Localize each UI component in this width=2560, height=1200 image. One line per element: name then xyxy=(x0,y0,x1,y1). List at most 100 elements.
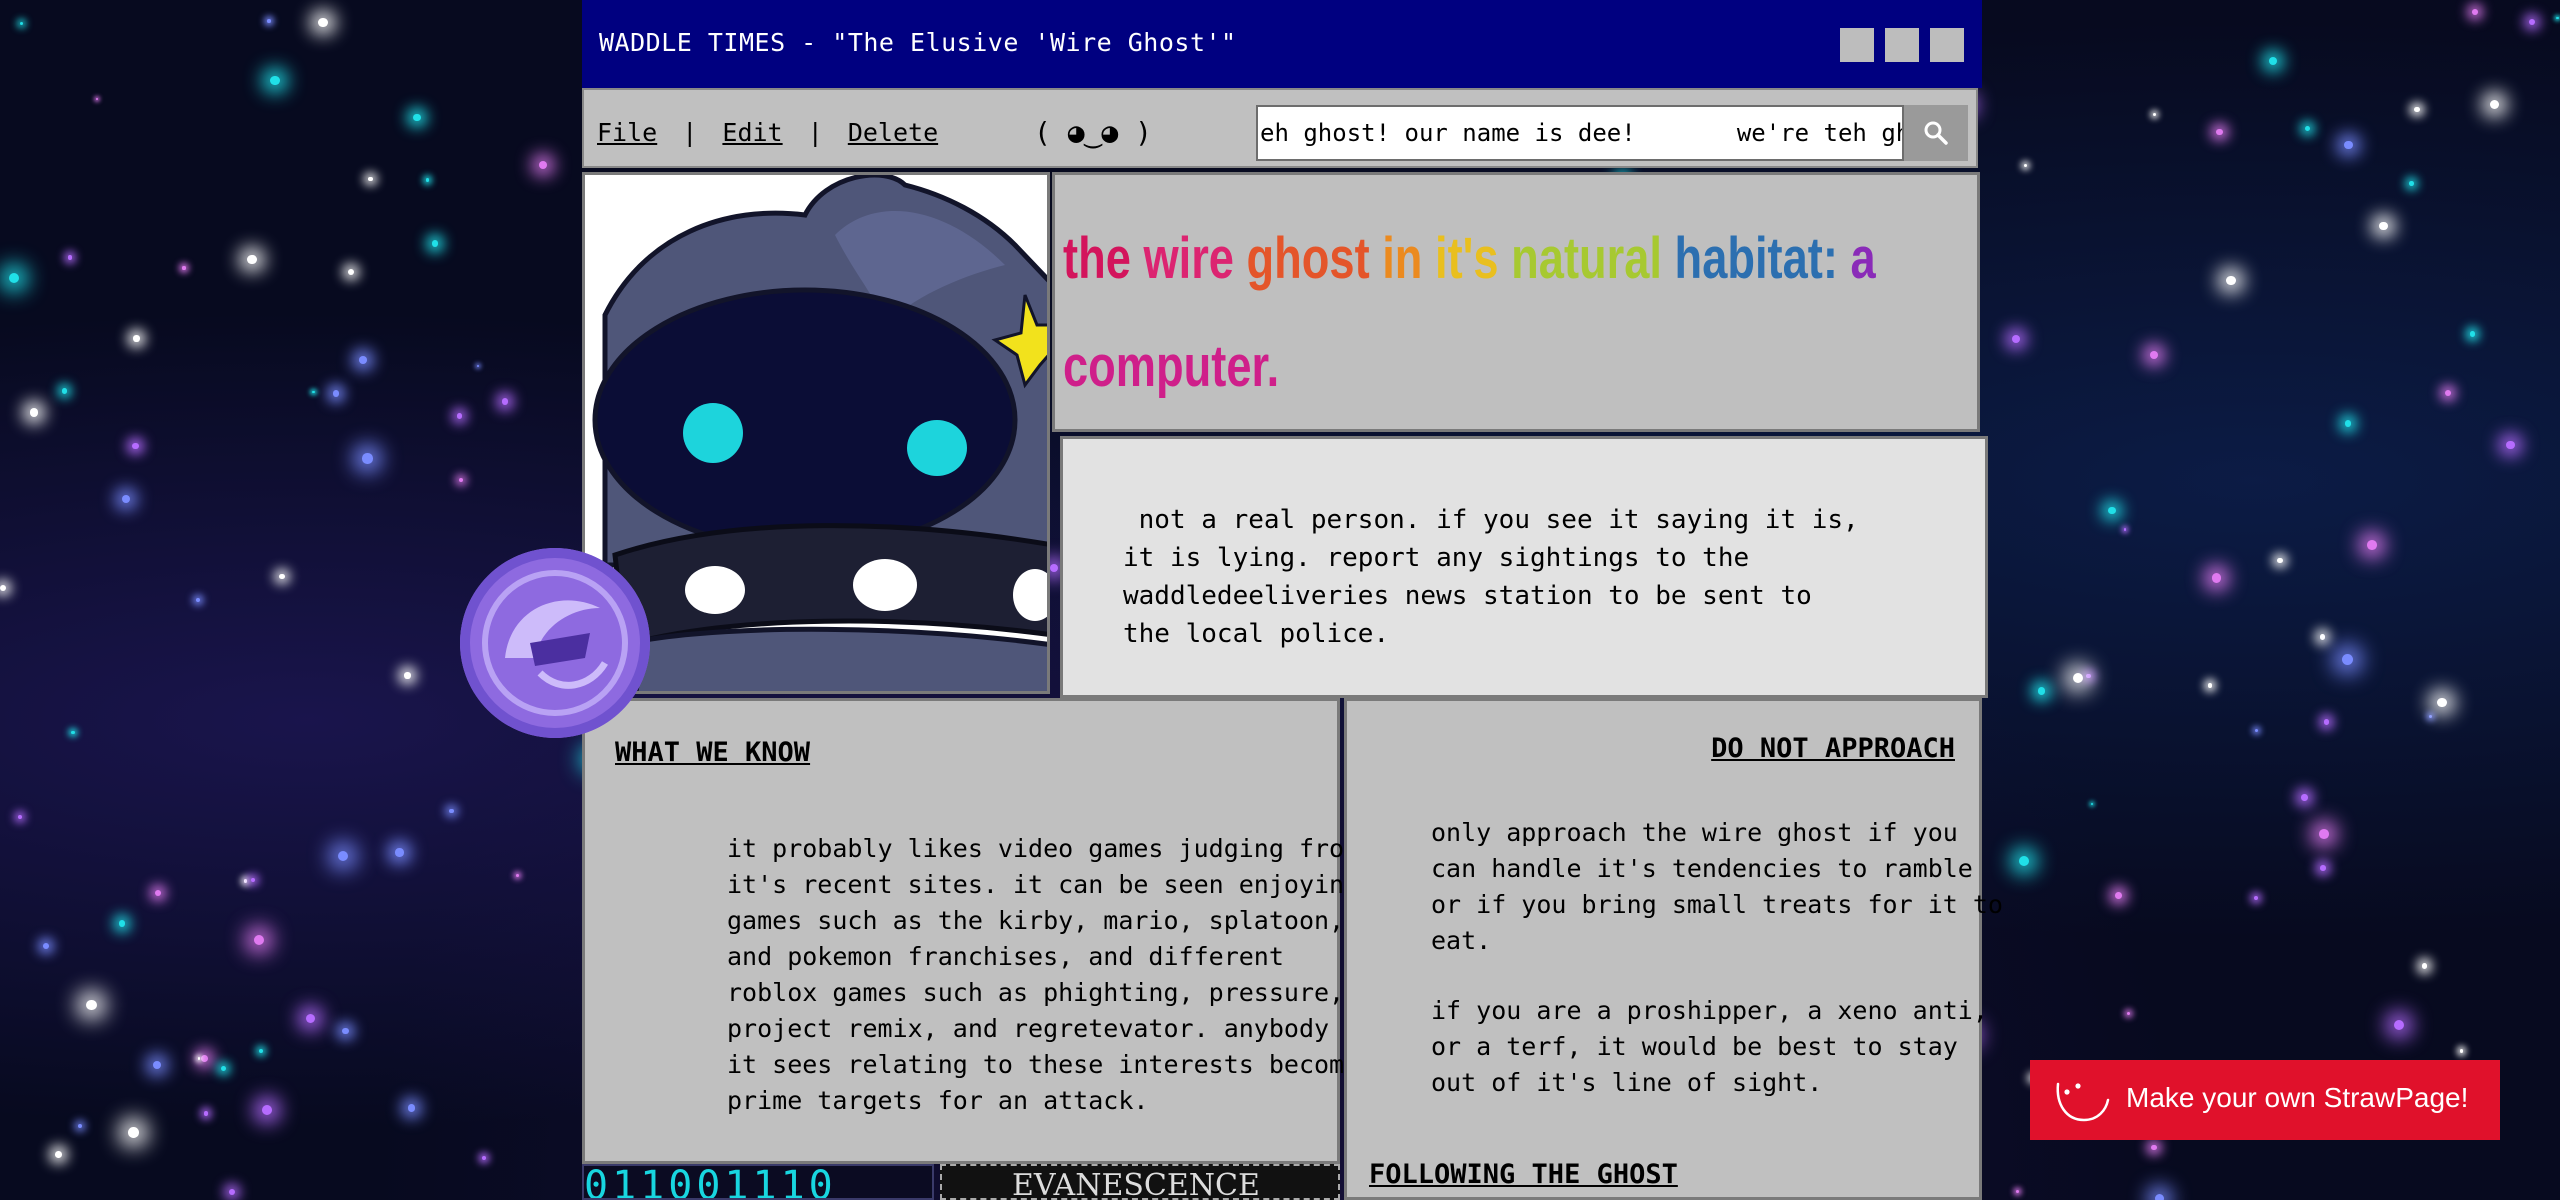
headline-word: in xyxy=(1382,226,1436,291)
menu-file[interactable]: File xyxy=(597,118,657,147)
star xyxy=(449,808,454,814)
wire-ghost-illustration xyxy=(585,175,1047,691)
star xyxy=(407,1104,416,1112)
star xyxy=(61,388,67,394)
star xyxy=(431,240,439,247)
maximize-button[interactable] xyxy=(1885,28,1919,62)
star xyxy=(18,814,23,819)
star xyxy=(153,1060,162,1069)
star xyxy=(203,1111,208,1116)
star xyxy=(2072,672,2084,684)
star xyxy=(8,272,20,284)
star xyxy=(458,477,464,483)
star xyxy=(2506,440,2515,450)
star xyxy=(501,398,509,405)
close-button[interactable] xyxy=(1930,28,1964,62)
star xyxy=(2211,573,2222,583)
evanescence-label: EVANESCENCE xyxy=(1012,1168,1260,1200)
star xyxy=(95,98,98,101)
star xyxy=(515,873,519,877)
menu: File | Edit | Delete xyxy=(597,118,938,147)
star xyxy=(2090,802,2093,805)
star xyxy=(2019,855,2029,866)
strawpage-logo-icon xyxy=(2056,1082,2110,1122)
minimize-button[interactable] xyxy=(1840,28,1874,62)
star xyxy=(2437,697,2447,708)
star xyxy=(2469,331,2475,337)
star xyxy=(250,877,256,883)
notice-text: not a real person. if you see it saying … xyxy=(1123,505,1859,649)
star xyxy=(2319,829,2330,839)
menu-edit[interactable]: Edit xyxy=(722,118,782,147)
headline-word: wire xyxy=(1143,226,1247,291)
star xyxy=(413,113,421,121)
star xyxy=(425,178,430,182)
strawpage-label: Make your own StrawPage! xyxy=(2126,1082,2469,1113)
star xyxy=(196,598,201,603)
approach-paragraph-1: only approach the wire ghost if you can … xyxy=(1431,818,2003,955)
wire-ghost-image xyxy=(582,172,1050,694)
star xyxy=(477,364,480,368)
star xyxy=(2126,1011,2130,1016)
star xyxy=(119,920,126,927)
star xyxy=(67,255,73,260)
headline-word: natural xyxy=(1511,226,1675,291)
star xyxy=(2086,673,2091,679)
following-heading: FOLLOWING THE GHOST xyxy=(1369,1159,1678,1190)
star xyxy=(2015,1189,2019,1193)
star xyxy=(270,75,280,86)
star xyxy=(2409,181,2414,186)
evanescence-badge: EVANESCENCE xyxy=(940,1164,1340,1200)
star xyxy=(2037,687,2045,695)
star xyxy=(404,672,411,679)
star xyxy=(155,889,162,896)
star xyxy=(2366,539,2377,550)
what-we-know-body: it probably likes video games judging fr… xyxy=(727,834,1360,1115)
star xyxy=(332,390,340,397)
search-button[interactable] xyxy=(1904,105,1968,161)
star xyxy=(312,390,315,394)
star xyxy=(128,1126,139,1138)
star xyxy=(2011,334,2020,343)
search-input[interactable]: eh ghost! our name is dee! we're teh gh xyxy=(1256,105,1904,161)
star xyxy=(55,1151,62,1159)
star xyxy=(2149,350,2158,360)
star xyxy=(2207,683,2213,689)
star xyxy=(362,453,373,464)
star xyxy=(259,1048,264,1053)
search-icon xyxy=(1924,121,1948,145)
do-not-approach-panel: DO NOT APPROACH only approach the wire g… xyxy=(1344,698,2003,1200)
star xyxy=(2489,99,2499,109)
headline-word: the xyxy=(1063,226,1144,291)
star xyxy=(2393,1020,2404,1031)
star xyxy=(2154,1193,2165,1200)
star xyxy=(2344,140,2353,150)
star xyxy=(121,494,131,503)
menu-bar: File | Edit | Delete ( ◕‿◕ ) eh ghost! o… xyxy=(582,88,1978,168)
menu-separator: | xyxy=(807,118,823,147)
star xyxy=(29,408,39,417)
star xyxy=(337,850,349,862)
star xyxy=(2152,112,2157,116)
star xyxy=(2429,714,2433,719)
star xyxy=(253,934,264,946)
star xyxy=(2151,1144,2157,1151)
star xyxy=(2445,389,2452,396)
star xyxy=(456,413,463,419)
star xyxy=(2114,891,2122,899)
star xyxy=(86,999,98,1011)
menu-delete[interactable]: Delete xyxy=(848,118,938,147)
star xyxy=(2255,729,2259,733)
headline-word: a xyxy=(1850,226,1876,291)
star xyxy=(228,1188,236,1195)
star xyxy=(358,356,367,365)
star xyxy=(2123,528,2127,531)
headline-word: computer. xyxy=(1063,334,1280,399)
star xyxy=(305,1014,315,1024)
star xyxy=(482,1156,487,1161)
star xyxy=(2414,107,2420,113)
star xyxy=(2556,17,2559,20)
star xyxy=(2459,1049,2464,1053)
star xyxy=(2529,18,2536,25)
strawpage-button[interactable]: Make your own StrawPage! xyxy=(2030,1060,2500,1140)
